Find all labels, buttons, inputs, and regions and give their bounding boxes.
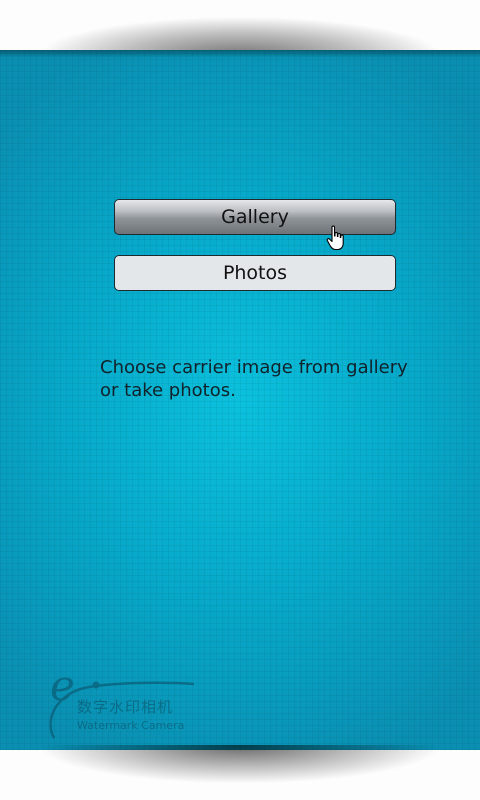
gallery-button[interactable]: Gallery — [114, 199, 396, 235]
logo-name-en: Watermark Camera — [77, 719, 185, 732]
top-shadow — [0, 0, 480, 56]
bottom-shadow — [0, 745, 480, 800]
hand-pointer-icon — [326, 225, 344, 251]
app-screen: Gallery Photos Choose carrier image from… — [0, 0, 480, 800]
logo-mark: e — [50, 661, 75, 710]
app-logo: e 数字水印相机 Watermark Camera — [44, 660, 214, 740]
logo-name-cn: 数字水印相机 — [77, 698, 174, 716]
photos-button[interactable]: Photos — [114, 255, 396, 291]
hint-text: Choose carrier image from gallery or tak… — [100, 357, 408, 401]
